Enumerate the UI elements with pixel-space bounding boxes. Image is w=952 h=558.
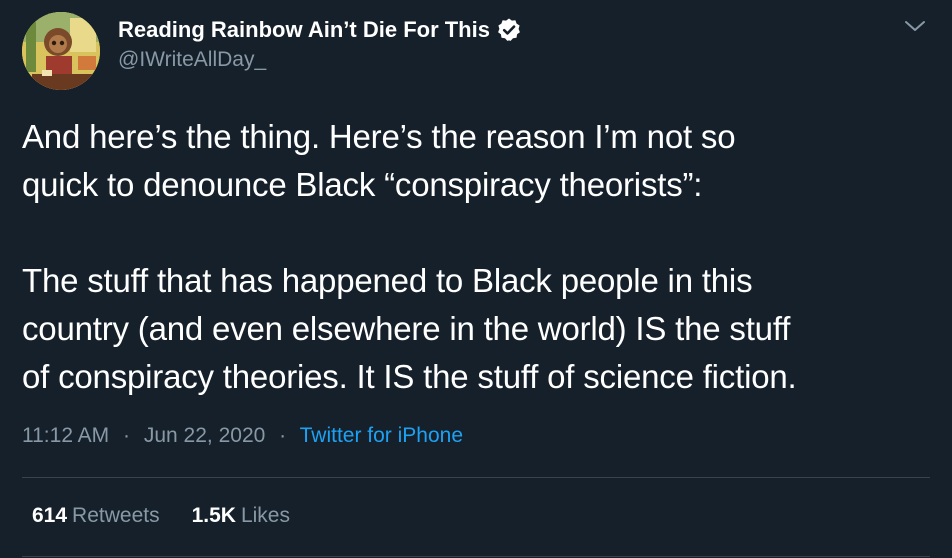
divider [22,477,930,478]
likes-label: Likes [240,504,290,527]
meta-separator: · [279,424,287,447]
likes-stat[interactable]: 1.5K Likes [192,504,290,528]
meta-separator: · [123,424,131,447]
author-name-row[interactable]: Reading Rainbow Ain’t Die For This [118,16,522,44]
tweet-date[interactable]: Jun 22, 2020 [144,424,265,447]
author-display-name[interactable]: Reading Rainbow Ain’t Die For This [118,17,490,43]
retweets-count: 614 [32,504,68,527]
tweet-text-line: quick to denounce Black “conspiracy theo… [22,166,703,203]
divider [22,556,930,557]
tweet-time[interactable]: 11:12 AM [22,424,109,447]
tweet-source-link[interactable]: Twitter for iPhone [300,424,463,447]
tweet-text-line: The stuff that has happened to Black peo… [22,262,753,299]
avatar[interactable] [22,12,100,90]
retweets-stat[interactable]: 614 Retweets [32,504,160,528]
chevron-down-icon[interactable] [902,16,928,36]
tweet-card: Reading Rainbow Ain’t Die For This @IWri… [0,0,952,558]
tweet-stats: 614 Retweets 1.5K Likes [32,504,322,528]
likes-count: 1.5K [191,504,236,527]
tweet-metadata: 11:12 AM · Jun 22, 2020 · Twitter for iP… [22,424,463,448]
author-handle[interactable]: @IWriteAllDay_ [118,48,266,72]
tweet-text-line: country (and even elsewhere in the world… [22,310,791,347]
tweet-text-line: And here’s the thing. Here’s the reason … [22,118,736,155]
retweets-label: Retweets [72,504,160,527]
tweet-text-line: of conspiracy theories. It IS the stuff … [22,358,797,395]
verified-badge-icon [496,17,522,43]
tweet-text: And here’s the thing. Here’s the reason … [22,113,937,401]
